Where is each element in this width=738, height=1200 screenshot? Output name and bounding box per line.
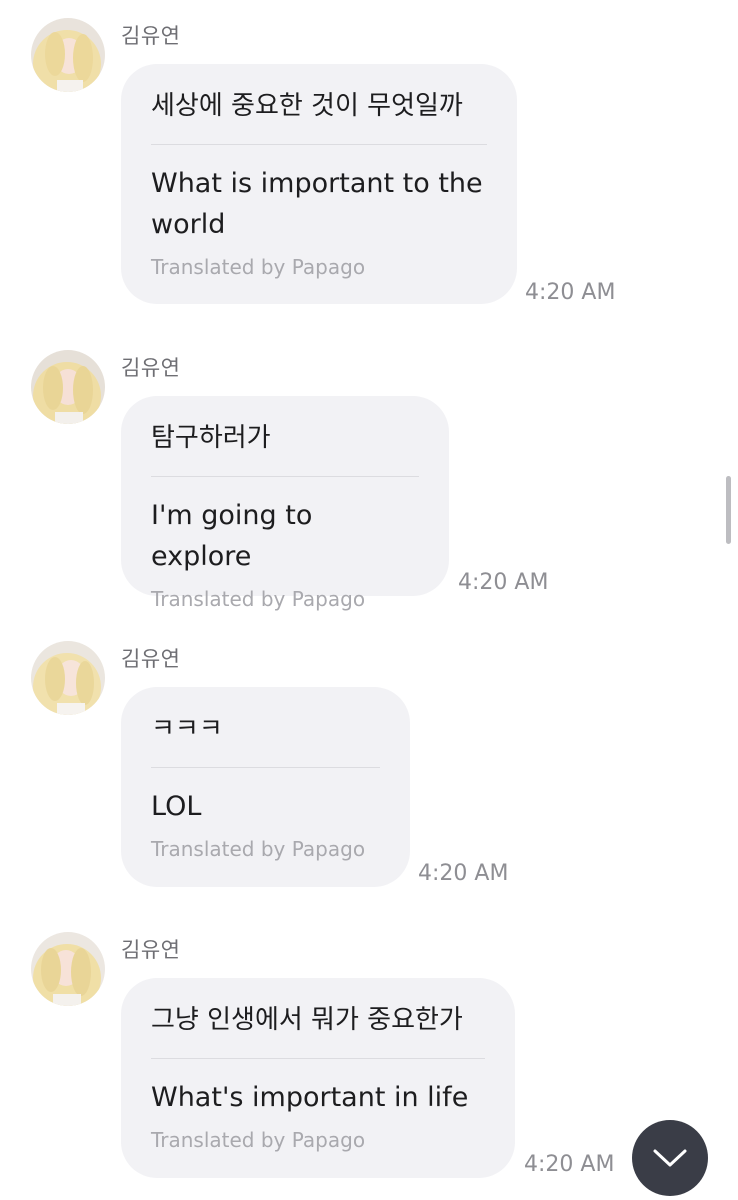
original-text: 탐구하러가 bbox=[151, 423, 271, 453]
avatar-image bbox=[31, 932, 105, 1006]
bubble-divider bbox=[151, 144, 487, 145]
avatar-image bbox=[31, 350, 105, 424]
timestamp: 4:20 AM bbox=[458, 570, 549, 595]
original-text: ㅋㅋㅋ bbox=[151, 714, 223, 744]
timestamp: 4:20 AM bbox=[525, 280, 616, 305]
timestamp: 4:20 AM bbox=[418, 861, 509, 886]
chat-screen[interactable]: 김유연 세상에 중요한 것이 무엇일까 What is important to… bbox=[0, 0, 738, 1200]
translated-text: What is important to the world bbox=[151, 168, 483, 240]
avatar-image bbox=[31, 641, 105, 715]
sender-name: 김유연 bbox=[121, 356, 181, 380]
bubble-divider bbox=[151, 1058, 485, 1059]
chevron-down-icon bbox=[653, 1149, 687, 1167]
sender-name: 김유연 bbox=[121, 938, 181, 962]
message-bubble[interactable]: ㅋㅋㅋ LOL Translated by Papago bbox=[121, 687, 410, 887]
translation-credit: Translated by Papago bbox=[151, 587, 366, 611]
translated-text: LOL bbox=[151, 791, 202, 822]
avatar[interactable] bbox=[31, 641, 105, 715]
avatar[interactable] bbox=[31, 18, 105, 92]
timestamp: 4:20 AM bbox=[524, 1152, 615, 1177]
message-bubble[interactable]: 탐구하러가 I'm going to explore Translated by… bbox=[121, 396, 449, 611]
sender-name: 김유연 bbox=[121, 647, 181, 671]
avatar[interactable] bbox=[31, 932, 105, 1006]
scroll-to-bottom-button[interactable] bbox=[632, 1120, 708, 1196]
translation-credit: Translated by Papago bbox=[151, 255, 366, 279]
sender-name: 김유연 bbox=[121, 24, 181, 48]
original-text: 그냥 인생에서 뭐가 중요한가 bbox=[151, 1005, 463, 1035]
bubble-divider bbox=[151, 476, 419, 477]
translation-credit: Translated by Papago bbox=[151, 1128, 366, 1152]
message-bubble[interactable]: 그냥 인생에서 뭐가 중요한가 What's important in life… bbox=[121, 978, 515, 1178]
original-text: 세상에 중요한 것이 무엇일까 bbox=[151, 91, 463, 121]
scrollbar-thumb[interactable] bbox=[726, 476, 731, 544]
avatar-image bbox=[31, 18, 105, 92]
bubble-divider bbox=[151, 767, 380, 768]
message-bubble[interactable]: 세상에 중요한 것이 무엇일까 What is important to the… bbox=[121, 64, 517, 304]
translation-credit: Translated by Papago bbox=[151, 837, 366, 861]
translated-text: I'm going to explore bbox=[151, 500, 313, 572]
translated-text: What's important in life bbox=[151, 1082, 469, 1113]
avatar[interactable] bbox=[31, 350, 105, 424]
